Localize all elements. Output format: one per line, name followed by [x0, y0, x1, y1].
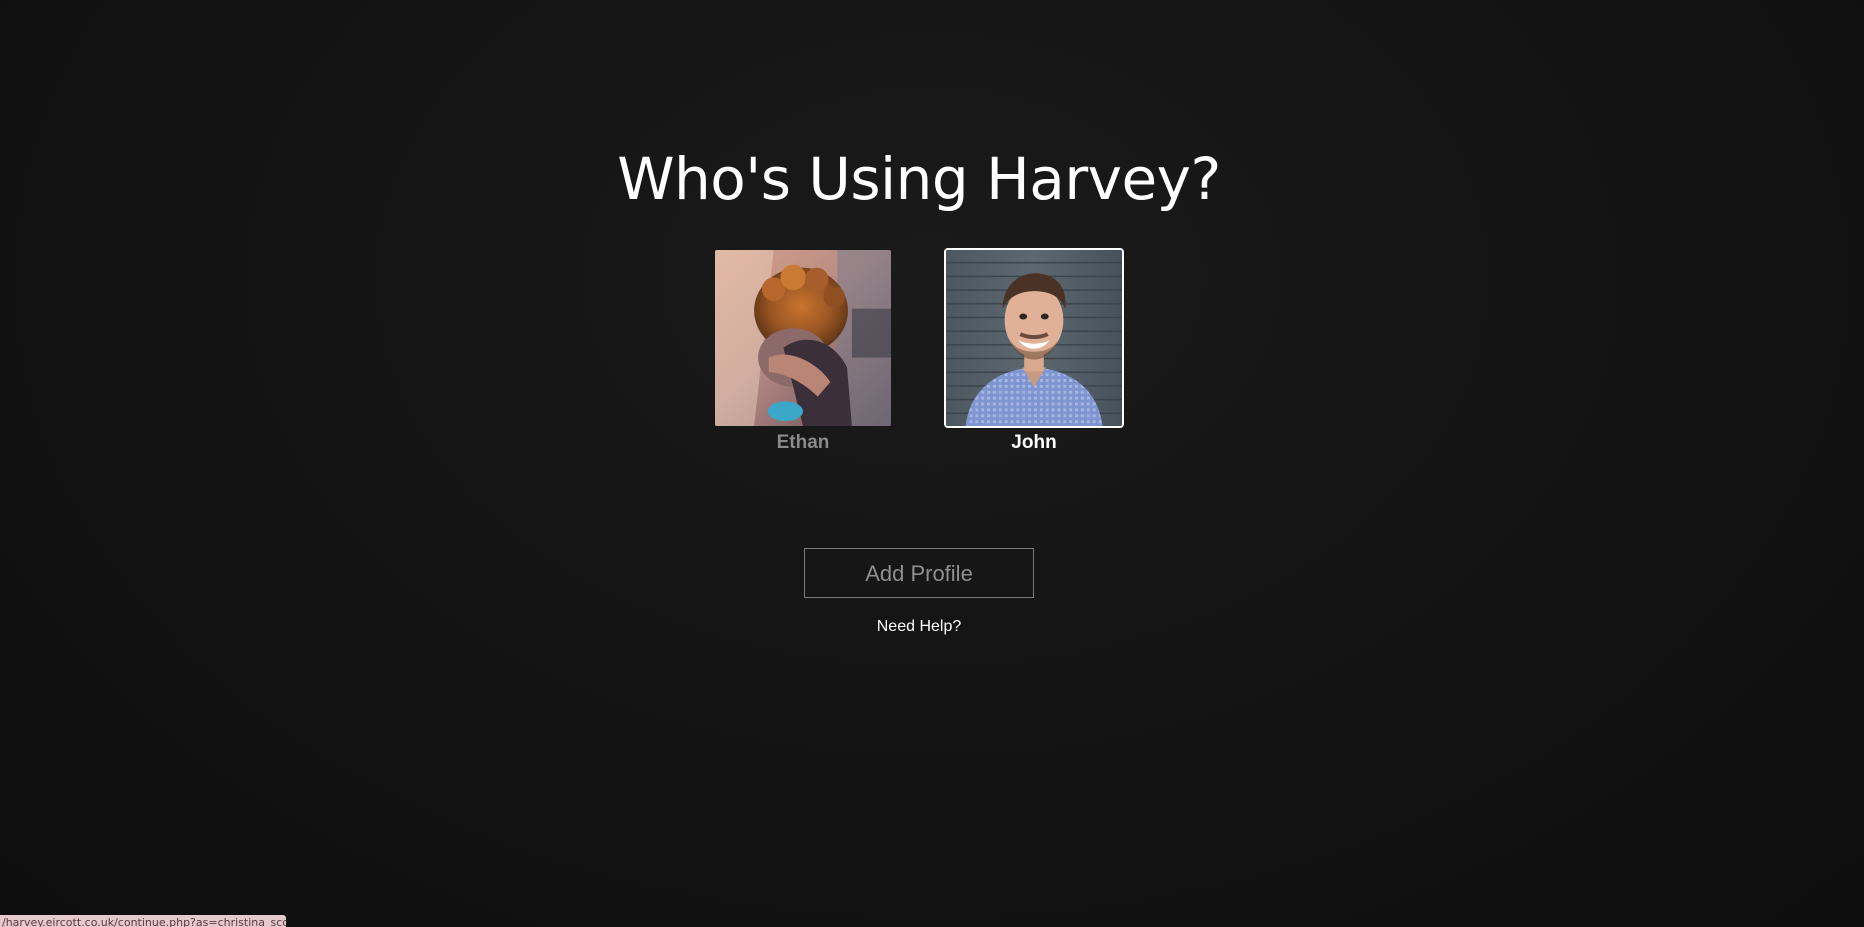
profile-name: John — [1011, 432, 1057, 453]
profile-ethan[interactable]: Ethan — [713, 248, 893, 454]
need-help-link[interactable]: Need Help? — [819, 616, 1019, 638]
profile-name: Ethan — [776, 432, 830, 453]
profile-list: Ethan John — [713, 248, 1125, 458]
profile-john[interactable]: John — [944, 248, 1124, 454]
avatar[interactable] — [713, 248, 893, 428]
profile-photo-icon — [715, 250, 891, 426]
add-profile-button[interactable]: Add Profile — [804, 548, 1034, 598]
browser-status-url: /harvey.eircott.co.uk/continue.php?as=ch… — [0, 915, 286, 927]
page-title: Who's Using Harvey? — [617, 145, 1221, 213]
profile-selection-page: Who's Using Harvey? Ethan John Add Profi… — [0, 0, 1864, 927]
avatar[interactable] — [944, 248, 1124, 428]
profile-photo-icon — [946, 250, 1122, 426]
